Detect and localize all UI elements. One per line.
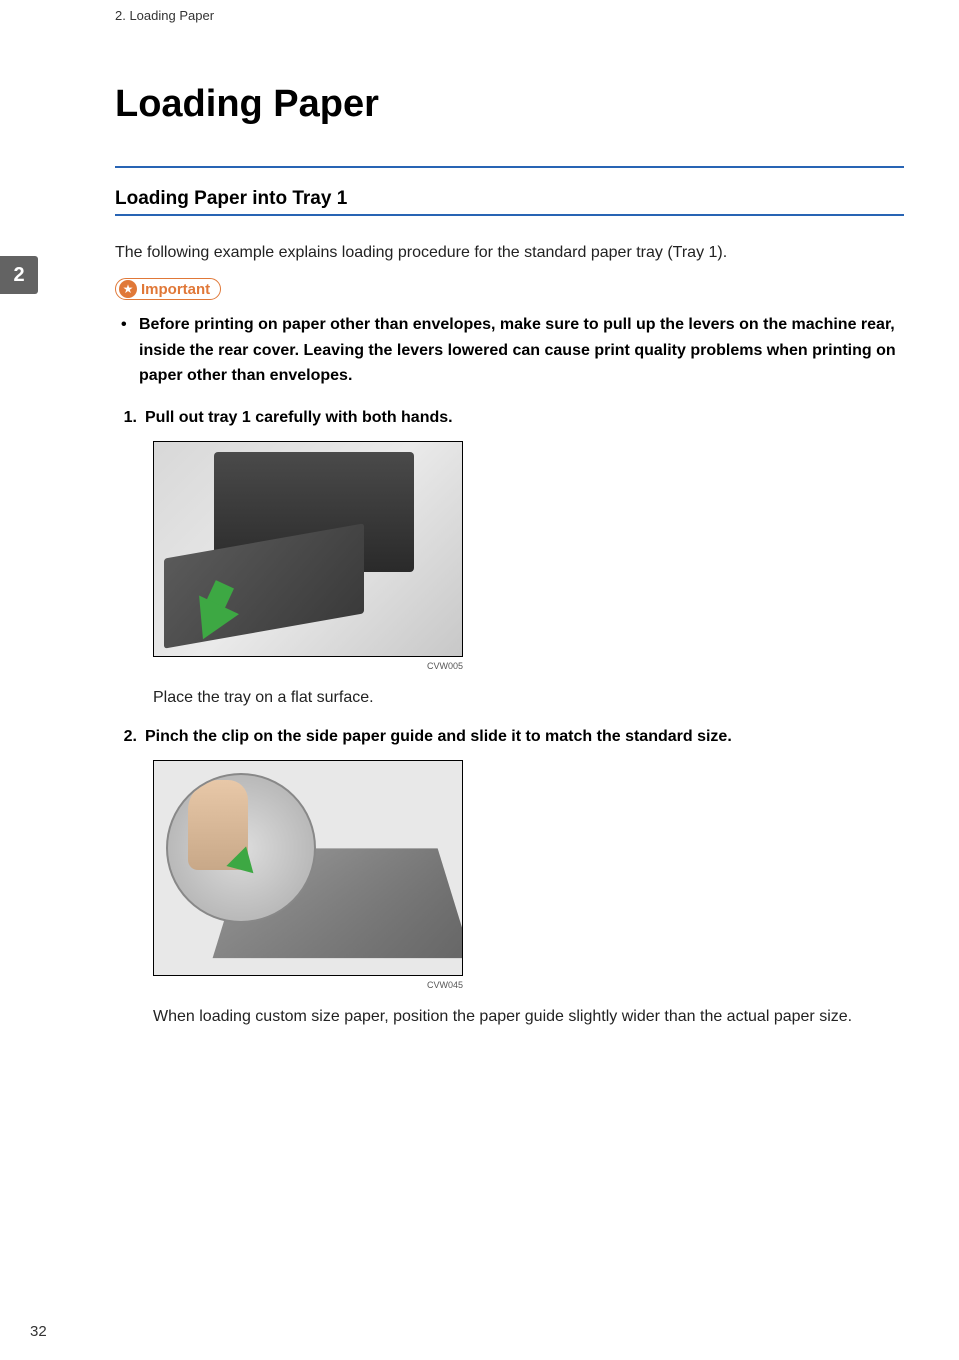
section-heading: Loading Paper into Tray 1 <box>115 188 904 210</box>
step-1: 1. Pull out tray 1 carefully with both h… <box>115 409 904 711</box>
star-icon: ★ <box>119 280 137 298</box>
step-list: 1. Pull out tray 1 carefully with both h… <box>115 409 904 1030</box>
step-2: 2. Pinch the clip on the side paper guid… <box>115 728 904 1030</box>
chapter-side-tab: 2 <box>0 256 38 294</box>
figure-1 <box>153 441 904 657</box>
page-number: 32 <box>30 1323 47 1340</box>
title-divider <box>115 166 904 168</box>
step-2-number: 2. <box>115 728 145 746</box>
important-bullet: Before printing on paper other than enve… <box>139 312 904 389</box>
chapter-label: 2. Loading Paper <box>115 8 214 23</box>
important-list: Before printing on paper other than enve… <box>115 312 904 389</box>
step-1-number: 1. <box>115 409 145 427</box>
figure-2-code: CVW045 <box>153 980 463 990</box>
step-2-note: When loading custom size paper, position… <box>153 1004 904 1030</box>
important-label: Important <box>141 281 210 298</box>
important-badge: ★ Important <box>115 278 221 300</box>
section-divider <box>115 214 904 216</box>
figure-1-code: CVW005 <box>153 661 463 671</box>
main-content: Loading Paper Loading Paper into Tray 1 … <box>0 23 959 1030</box>
page-title: Loading Paper <box>115 83 904 126</box>
figure-2-image <box>153 760 463 976</box>
step-2-title: Pinch the clip on the side paper guide a… <box>145 728 904 746</box>
figure-1-image <box>153 441 463 657</box>
chapter-header: 2. Loading Paper <box>0 0 959 23</box>
side-tab-number: 2 <box>13 264 24 287</box>
figure-2 <box>153 760 904 976</box>
step-1-title: Pull out tray 1 carefully with both hand… <box>145 409 904 427</box>
step-1-note: Place the tray on a flat surface. <box>153 685 904 711</box>
section-intro: The following example explains loading p… <box>115 244 904 262</box>
